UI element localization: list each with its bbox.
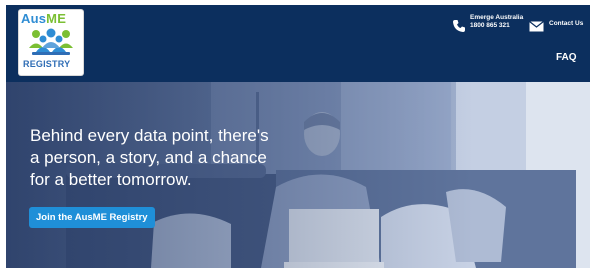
ausme-registry-logo[interactable]: AusME REGISTRY [19,10,83,75]
headline-line-1: Behind every data point, there's [30,126,269,145]
phone-contact[interactable]: Emerge Australia 1800 865 321 [470,14,523,30]
phone-icon[interactable] [452,19,466,33]
headline-line-3: for a better tomorrow. [30,170,192,189]
join-registry-button[interactable]: Join the AusME Registry [29,207,155,228]
faq-link[interactable]: FAQ [556,52,577,63]
logo-wordmark: AusME [21,11,66,26]
people-group-icon [29,28,73,55]
phone-label: Emerge Australia [470,14,524,21]
logo-text-registry: REGISTRY [23,59,71,69]
phone-number: 1800 865 321 [470,22,510,29]
logo-text-me: ME [46,11,67,26]
headline-line-2: a person, a story, and a chance [30,148,267,167]
hero-headline: Behind every data point, there's a perso… [30,125,340,191]
hero-banner: Behind every data point, there's a perso… [6,82,590,268]
mail-icon[interactable] [529,21,544,32]
contact-us-link[interactable]: Contact Us [549,20,583,27]
site-header: AusME REGISTRY Emerge Australia 1800 865… [6,5,590,82]
logo-text-aus: Aus [21,11,47,26]
